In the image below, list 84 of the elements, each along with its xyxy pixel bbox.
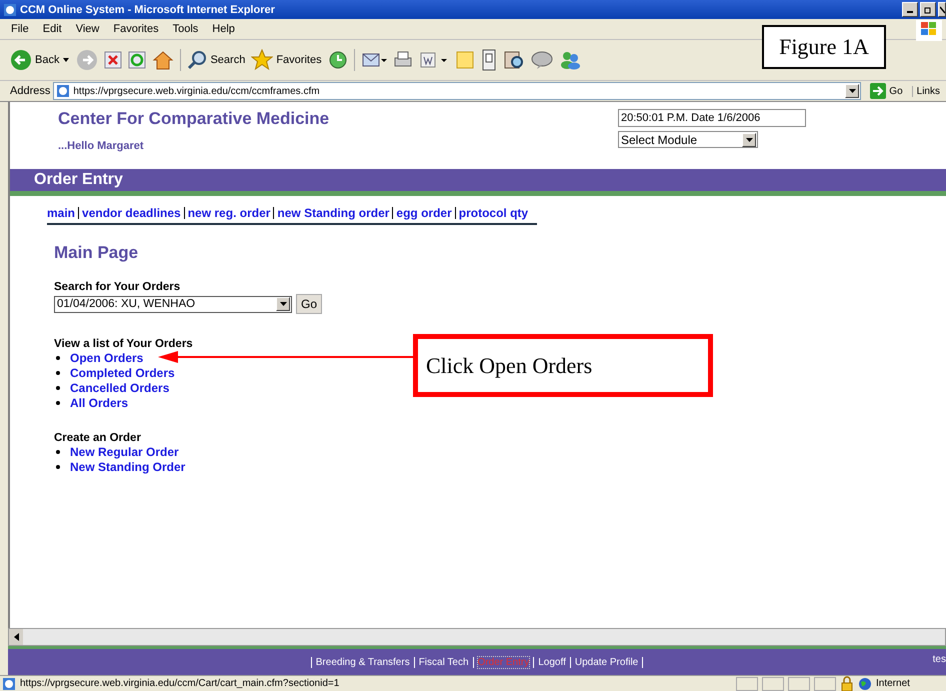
- window-title: CCM Online System - Microsoft Internet Explorer: [20, 4, 276, 16]
- order-link[interactable]: Open Orders: [70, 350, 144, 364]
- links-button[interactable]: Links: [912, 86, 944, 96]
- dropdown-button[interactable]: [276, 297, 290, 311]
- caret-icon: [62, 57, 70, 63]
- restore-button[interactable]: [920, 2, 936, 17]
- module-select[interactable]: Select Module: [618, 131, 758, 148]
- word-icon[interactable]: [418, 50, 449, 70]
- close-button[interactable]: [938, 2, 946, 17]
- nav-link[interactable]: vendor deadlines: [82, 206, 181, 220]
- address-label: Address: [10, 85, 50, 97]
- menu-item[interactable]: Edit: [36, 23, 69, 35]
- refresh-icon[interactable]: [128, 51, 146, 69]
- minimize-icon: [907, 11, 913, 13]
- search-label: Search for Your Orders: [54, 281, 182, 293]
- nav-link[interactable]: main: [47, 206, 76, 220]
- restore-icon: [924, 6, 932, 14]
- order-select[interactable]: 01/04/2006: XU, WENHAO: [54, 296, 292, 312]
- page-icon: [2, 676, 16, 690]
- favorites-button[interactable]: Favorites: [251, 49, 322, 71]
- go-button[interactable]: Go: [296, 294, 322, 314]
- page-icon: [56, 84, 70, 98]
- menu-item[interactable]: Help: [205, 23, 242, 35]
- caret-icon: [280, 302, 286, 306]
- history-icon[interactable]: [328, 50, 348, 70]
- status-pane: [788, 676, 810, 690]
- address-field[interactable]: https://vprgsecure.web.virginia.edu/ccm/ccmframes.cfm: [53, 82, 862, 100]
- callout-box: Click Open Orders: [413, 334, 713, 397]
- device-icon[interactable]: [480, 49, 497, 71]
- stop-icon[interactable]: [104, 51, 122, 69]
- nav-link[interactable]: new Standing order: [277, 206, 390, 220]
- zone-text: Internet: [876, 678, 911, 689]
- list-label: View a list of Your Orders: [54, 338, 194, 350]
- nav-link[interactable]: new reg. order: [188, 206, 270, 220]
- order-link[interactable]: Completed Orders: [70, 366, 175, 380]
- caret-icon: [848, 89, 856, 93]
- menu-item[interactable]: File: [4, 23, 36, 35]
- footer-link[interactable]: Fiscal Tech: [418, 656, 469, 668]
- order-link[interactable]: New Standing Order: [70, 460, 186, 474]
- status-pane: [736, 676, 758, 690]
- go-arrow-icon: [870, 83, 886, 99]
- windows-flag-icon: [916, 20, 942, 41]
- menu-item[interactable]: View: [68, 23, 106, 35]
- figure-label: Figure 1A: [762, 25, 886, 69]
- menu-item[interactable]: Favorites: [106, 23, 166, 35]
- star-icon: [251, 49, 274, 71]
- menu-item[interactable]: Tools: [166, 23, 206, 35]
- status-pane: [814, 676, 836, 690]
- order-link[interactable]: New Regular Order: [70, 444, 179, 458]
- lock-icon: [840, 676, 854, 691]
- chat-icon[interactable]: [530, 50, 553, 70]
- order-link[interactable]: All Orders: [70, 396, 128, 410]
- close-icon: [940, 6, 944, 14]
- order-link[interactable]: Cancelled Orders: [70, 380, 170, 394]
- messenger-icon[interactable]: [558, 50, 581, 70]
- globe-icon: [858, 676, 872, 690]
- footer-link[interactable]: Logoff: [538, 656, 566, 668]
- research-icon[interactable]: [502, 49, 525, 71]
- dropdown-button[interactable]: [742, 132, 756, 146]
- browser-icon: [3, 2, 17, 16]
- page-heading: Main Page: [54, 243, 140, 263]
- nav-link[interactable]: egg order: [396, 206, 452, 220]
- dropdown-button[interactable]: [845, 84, 860, 98]
- create-label: Create an Order: [54, 432, 142, 444]
- search-button[interactable]: Search: [187, 50, 246, 70]
- section-title: Order Entry: [34, 171, 123, 189]
- footer-text: tes: [932, 654, 946, 665]
- datetime-field: 20:50:01 P.M. Date 1/6/2006: [618, 109, 806, 127]
- minimize-button[interactable]: [902, 2, 918, 17]
- site-title: Center For Comparative Medicine: [58, 109, 330, 129]
- nav-link[interactable]: protocol qty: [458, 206, 528, 220]
- footer-link[interactable]: Breeding & Transfers: [316, 656, 410, 668]
- status-text: https://vprgsecure.web.virginia.edu/ccm/Cart/cart_main.cfm?sectionid=1: [20, 678, 340, 689]
- home-icon[interactable]: [152, 50, 174, 70]
- go-button[interactable]: Go: [864, 83, 909, 99]
- caret-icon: [746, 138, 752, 142]
- back-button[interactable]: Back: [10, 49, 70, 71]
- scroll-left-button[interactable]: [9, 629, 23, 645]
- footer-link[interactable]: Update Profile: [574, 656, 638, 668]
- search-icon: [187, 50, 208, 70]
- left-arrow-icon: [14, 633, 18, 641]
- horizontal-scrollbar[interactable]: [8, 628, 946, 646]
- status-pane: [762, 676, 784, 690]
- greeting-text: ...Hello Margaret: [58, 140, 145, 152]
